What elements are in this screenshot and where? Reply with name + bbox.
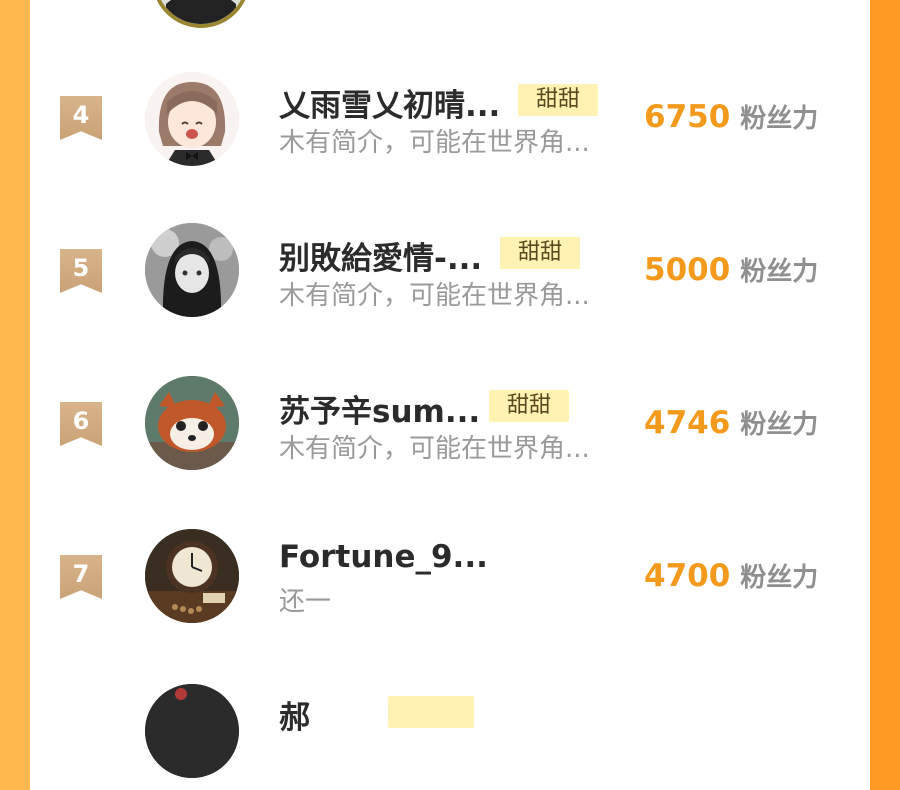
tag-badge <box>388 696 474 728</box>
avatar[interactable] <box>145 529 239 623</box>
rank-badge: 6 <box>60 402 102 446</box>
list-item[interactable]: 7 Fortune_9... 还一 4700 粉丝力 <box>30 517 870 637</box>
fans-unit: 粉丝力 <box>740 410 819 440</box>
ranking-panel: 4 乂雨雪乂初晴... 甜甜 木有简介，可能在世界角... 6750 粉丝力 5 <box>30 0 870 778</box>
avatar[interactable] <box>145 223 239 317</box>
user-name[interactable]: 郝 <box>279 692 310 737</box>
list-item[interactable]: 6 苏予辛sum... 甜甜 木有简介，可能在世界角... 4746 粉丝力 <box>30 364 870 484</box>
fans-score: 4700 粉丝力 <box>644 557 818 594</box>
rank-badge: 7 <box>60 555 102 599</box>
fans-number: 5000 <box>644 252 731 288</box>
user-desc: 木有简介，可能在世界角... <box>279 434 590 464</box>
tag-badge: 甜甜 <box>489 390 570 422</box>
user-desc: 还一 <box>279 587 332 617</box>
tag-badge: 甜甜 <box>518 84 599 116</box>
user-desc: 木有简介，可能在世界角... <box>279 128 590 158</box>
rank-badge: 4 <box>60 96 102 140</box>
fans-score: 5000 粉丝力 <box>644 251 818 288</box>
user-desc: 木有简介，可能在世界角... <box>279 281 590 311</box>
user-name[interactable]: 苏予辛sum... <box>279 386 480 431</box>
avatar-rank-3[interactable] <box>152 0 250 28</box>
fans-number: 4700 <box>644 558 731 594</box>
user-name[interactable]: Fortune_9... <box>279 539 488 575</box>
list-item[interactable]: 郝 <box>30 670 870 790</box>
avatar[interactable] <box>145 72 239 166</box>
user-name[interactable]: 乂雨雪乂初晴... <box>279 80 500 125</box>
fans-score: 4746 粉丝力 <box>644 404 818 441</box>
tag-badge: 甜甜 <box>500 237 581 269</box>
avatar[interactable] <box>145 376 239 470</box>
list-item[interactable]: 5 别敗給愛情-... 甜甜 木有简介，可能在世界角... 5000 粉丝力 <box>30 211 870 331</box>
fans-score: 6750 粉丝力 <box>644 98 818 135</box>
fans-unit: 粉丝力 <box>740 257 819 287</box>
fans-number: 6750 <box>644 99 731 135</box>
fans-unit: 粉丝力 <box>740 104 819 134</box>
rank-badge: 5 <box>60 249 102 293</box>
user-name[interactable]: 别敗給愛情-... <box>279 233 482 278</box>
list-item[interactable]: 4 乂雨雪乂初晴... 甜甜 木有简介，可能在世界角... 6750 粉丝力 <box>30 58 870 178</box>
fans-number: 4746 <box>644 405 731 441</box>
avatar[interactable] <box>145 684 239 778</box>
fans-unit: 粉丝力 <box>740 563 819 593</box>
